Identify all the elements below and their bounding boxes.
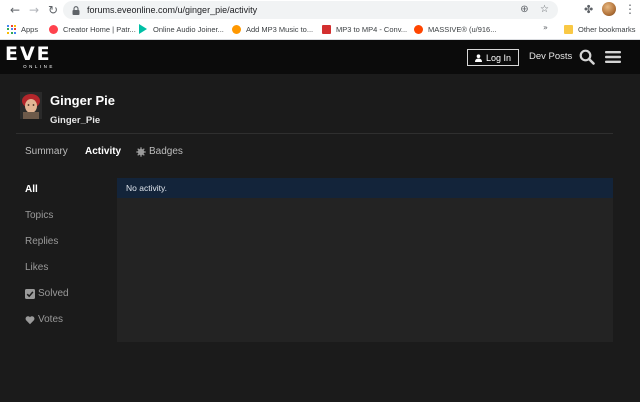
- bookmarks-bar: Apps Creator Home | Patr... Online Audio…: [0, 20, 640, 38]
- reload-icon[interactable]: ↻: [45, 2, 61, 18]
- bookmark-audio-joiner[interactable]: Online Audio Joiner...: [139, 23, 224, 35]
- patreon-icon: [49, 24, 58, 34]
- star-icon[interactable]: ☆: [539, 4, 550, 15]
- activity-panel: [117, 178, 613, 342]
- back-icon[interactable]: ←: [7, 2, 23, 18]
- sidebar-item-likes[interactable]: Likes: [25, 262, 48, 273]
- apps-grid-icon: [7, 24, 16, 34]
- bookmark-label: MP3 to MP4 - Conv...: [336, 24, 408, 34]
- play-icon: [139, 24, 147, 34]
- sidebar-item-solved[interactable]: Solved: [25, 288, 69, 299]
- forward-icon[interactable]: →: [26, 2, 42, 18]
- tab-label: Summary: [25, 146, 68, 157]
- logo-mark: EVE: [5, 43, 52, 65]
- empty-state-notice: No activity.: [117, 178, 613, 198]
- sidebar-item-label: Replies: [25, 236, 59, 247]
- sidebar-item-votes[interactable]: Votes: [25, 314, 63, 325]
- tab-activity[interactable]: Activity: [85, 146, 121, 157]
- profile-username: Ginger_Pie: [50, 115, 101, 126]
- sidebar-item-label: Votes: [38, 314, 64, 325]
- reddit-icon: [414, 24, 423, 34]
- bookmark-label: Creator Home | Patr...: [63, 24, 136, 34]
- badge-icon: [136, 146, 146, 157]
- zoom-icon[interactable]: ⊕: [519, 4, 530, 15]
- browser-chrome: ← → ↻ forums.eveonline.com/u/ginger_pie/…: [0, 0, 640, 40]
- user-icon: [474, 53, 482, 62]
- folder-icon: [564, 24, 573, 34]
- video-icon: [322, 24, 331, 34]
- tab-label: Badges: [149, 146, 183, 157]
- bookmark-label: Add MP3 Music to...: [246, 24, 314, 34]
- sidebar-item-label: Solved: [38, 288, 69, 299]
- login-label: Log In: [485, 52, 512, 63]
- sidebar-item-label: Likes: [25, 262, 49, 273]
- bookmark-apps[interactable]: Apps: [7, 23, 38, 35]
- address-bar[interactable]: forums.eveonline.com/u/ginger_pie/activi…: [63, 1, 558, 19]
- bookmark-patreon[interactable]: Creator Home | Patr...: [49, 23, 136, 35]
- tab-summary[interactable]: Summary: [25, 146, 68, 157]
- profile-name: Ginger Pie: [50, 93, 116, 108]
- heart-icon: [25, 315, 35, 325]
- more-bookmarks-icon[interactable]: »: [543, 23, 548, 32]
- bookmark-add-mp3[interactable]: Add MP3 Music to...: [232, 23, 313, 35]
- address-row: ← → ↻ forums.eveonline.com/u/ginger_pie/…: [0, 0, 640, 20]
- bookmark-mp3-to-mp4[interactable]: MP3 to MP4 - Conv...: [322, 23, 407, 35]
- tab-badges[interactable]: Badges: [136, 146, 183, 157]
- extensions-icon[interactable]: ✤: [584, 3, 596, 16]
- sidebar-item-label: Topics: [25, 210, 54, 221]
- bookmark-label: Apps: [21, 24, 39, 34]
- music-icon: [232, 24, 241, 34]
- login-button[interactable]: Log In: [467, 49, 519, 66]
- sidebar-item-all[interactable]: All: [25, 184, 38, 195]
- bookmark-label: Online Audio Joiner...: [153, 24, 224, 34]
- checkbox-icon: [25, 288, 35, 299]
- sidebar-item-label: All: [25, 184, 38, 195]
- avatar[interactable]: [20, 92, 42, 119]
- bookmark-massive[interactable]: MASSIVE® (u/916...: [414, 23, 496, 35]
- hamburger-menu-icon[interactable]: [605, 50, 621, 64]
- browser-profile-avatar[interactable]: [602, 2, 616, 16]
- search-icon[interactable]: [579, 49, 595, 65]
- dev-posts-link[interactable]: Dev Posts: [529, 51, 572, 62]
- bookmark-label: MASSIVE® (u/916...: [428, 24, 497, 34]
- menu-icon[interactable]: ⋮: [624, 2, 636, 16]
- lock-icon[interactable]: [71, 5, 80, 15]
- url-text[interactable]: forums.eveonline.com/u/ginger_pie/activi…: [87, 5, 257, 15]
- sidebar-item-replies[interactable]: Replies: [25, 236, 58, 247]
- bookmark-other[interactable]: Other bookmarks: [564, 23, 636, 35]
- eve-logo[interactable]: EVE ONLINE: [5, 43, 61, 70]
- bookmark-label: Other bookmarks: [578, 24, 636, 34]
- tab-label: Activity: [85, 146, 122, 157]
- sidebar-item-topics[interactable]: Topics: [25, 210, 53, 221]
